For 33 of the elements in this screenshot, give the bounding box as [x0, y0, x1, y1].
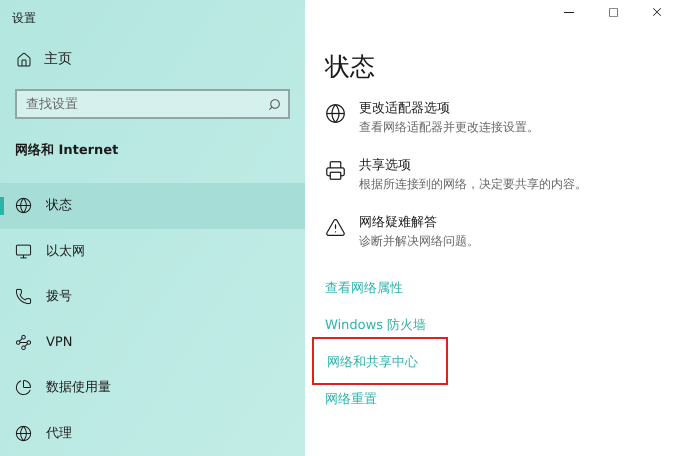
window-title: 设置	[12, 11, 36, 25]
option-item[interactable]: 共享选项 根据所连接到的网络，决定要共享的内容。	[325, 157, 587, 193]
home-link[interactable]: 主页	[16, 49, 72, 70]
option-item[interactable]: 网络疑难解答 诊断并解决网络问题。	[325, 214, 479, 250]
option-title: 更改适配器选项	[359, 100, 451, 118]
page-heading: 状态	[325, 52, 375, 81]
option-title: 网络疑难解答	[359, 214, 438, 232]
warning-icon	[325, 217, 346, 238]
phone-icon	[15, 288, 32, 306]
option-item[interactable]: 更改适配器选项 查看网络适配器并更改连接设置。	[325, 100, 539, 136]
search-field[interactable]: 查找设置	[15, 89, 290, 119]
globe-icon	[325, 103, 346, 124]
nav-item[interactable]: 以太网	[0, 228, 305, 274]
nav-item[interactable]: VPN	[0, 320, 305, 365]
option-description: 诊断并解决网络问题。	[359, 233, 479, 250]
option-description: 查看网络适配器并更改连接设置。	[359, 119, 539, 136]
printer-icon	[325, 160, 346, 181]
nav-item[interactable]: 状态	[0, 183, 305, 228]
home-icon	[16, 52, 32, 68]
nav-item[interactable]: 数据使用量	[0, 365, 305, 410]
section-heading: 网络和 Internet	[15, 143, 118, 158]
option-title: 共享选项	[359, 157, 412, 175]
close-icon	[650, 5, 664, 19]
globe-icon	[15, 424, 32, 442]
network-icon	[15, 334, 32, 351]
nav-item[interactable]: 拨号	[0, 274, 305, 320]
search-icon	[268, 98, 281, 111]
maximize-icon	[608, 6, 618, 18]
pie-chart-icon	[15, 379, 32, 396]
monitor-icon	[15, 242, 32, 260]
nav-item[interactable]: 代理	[0, 410, 305, 456]
globe-icon	[15, 197, 32, 214]
option-description: 根据所连接到的网络，决定要共享的内容。	[359, 176, 587, 193]
